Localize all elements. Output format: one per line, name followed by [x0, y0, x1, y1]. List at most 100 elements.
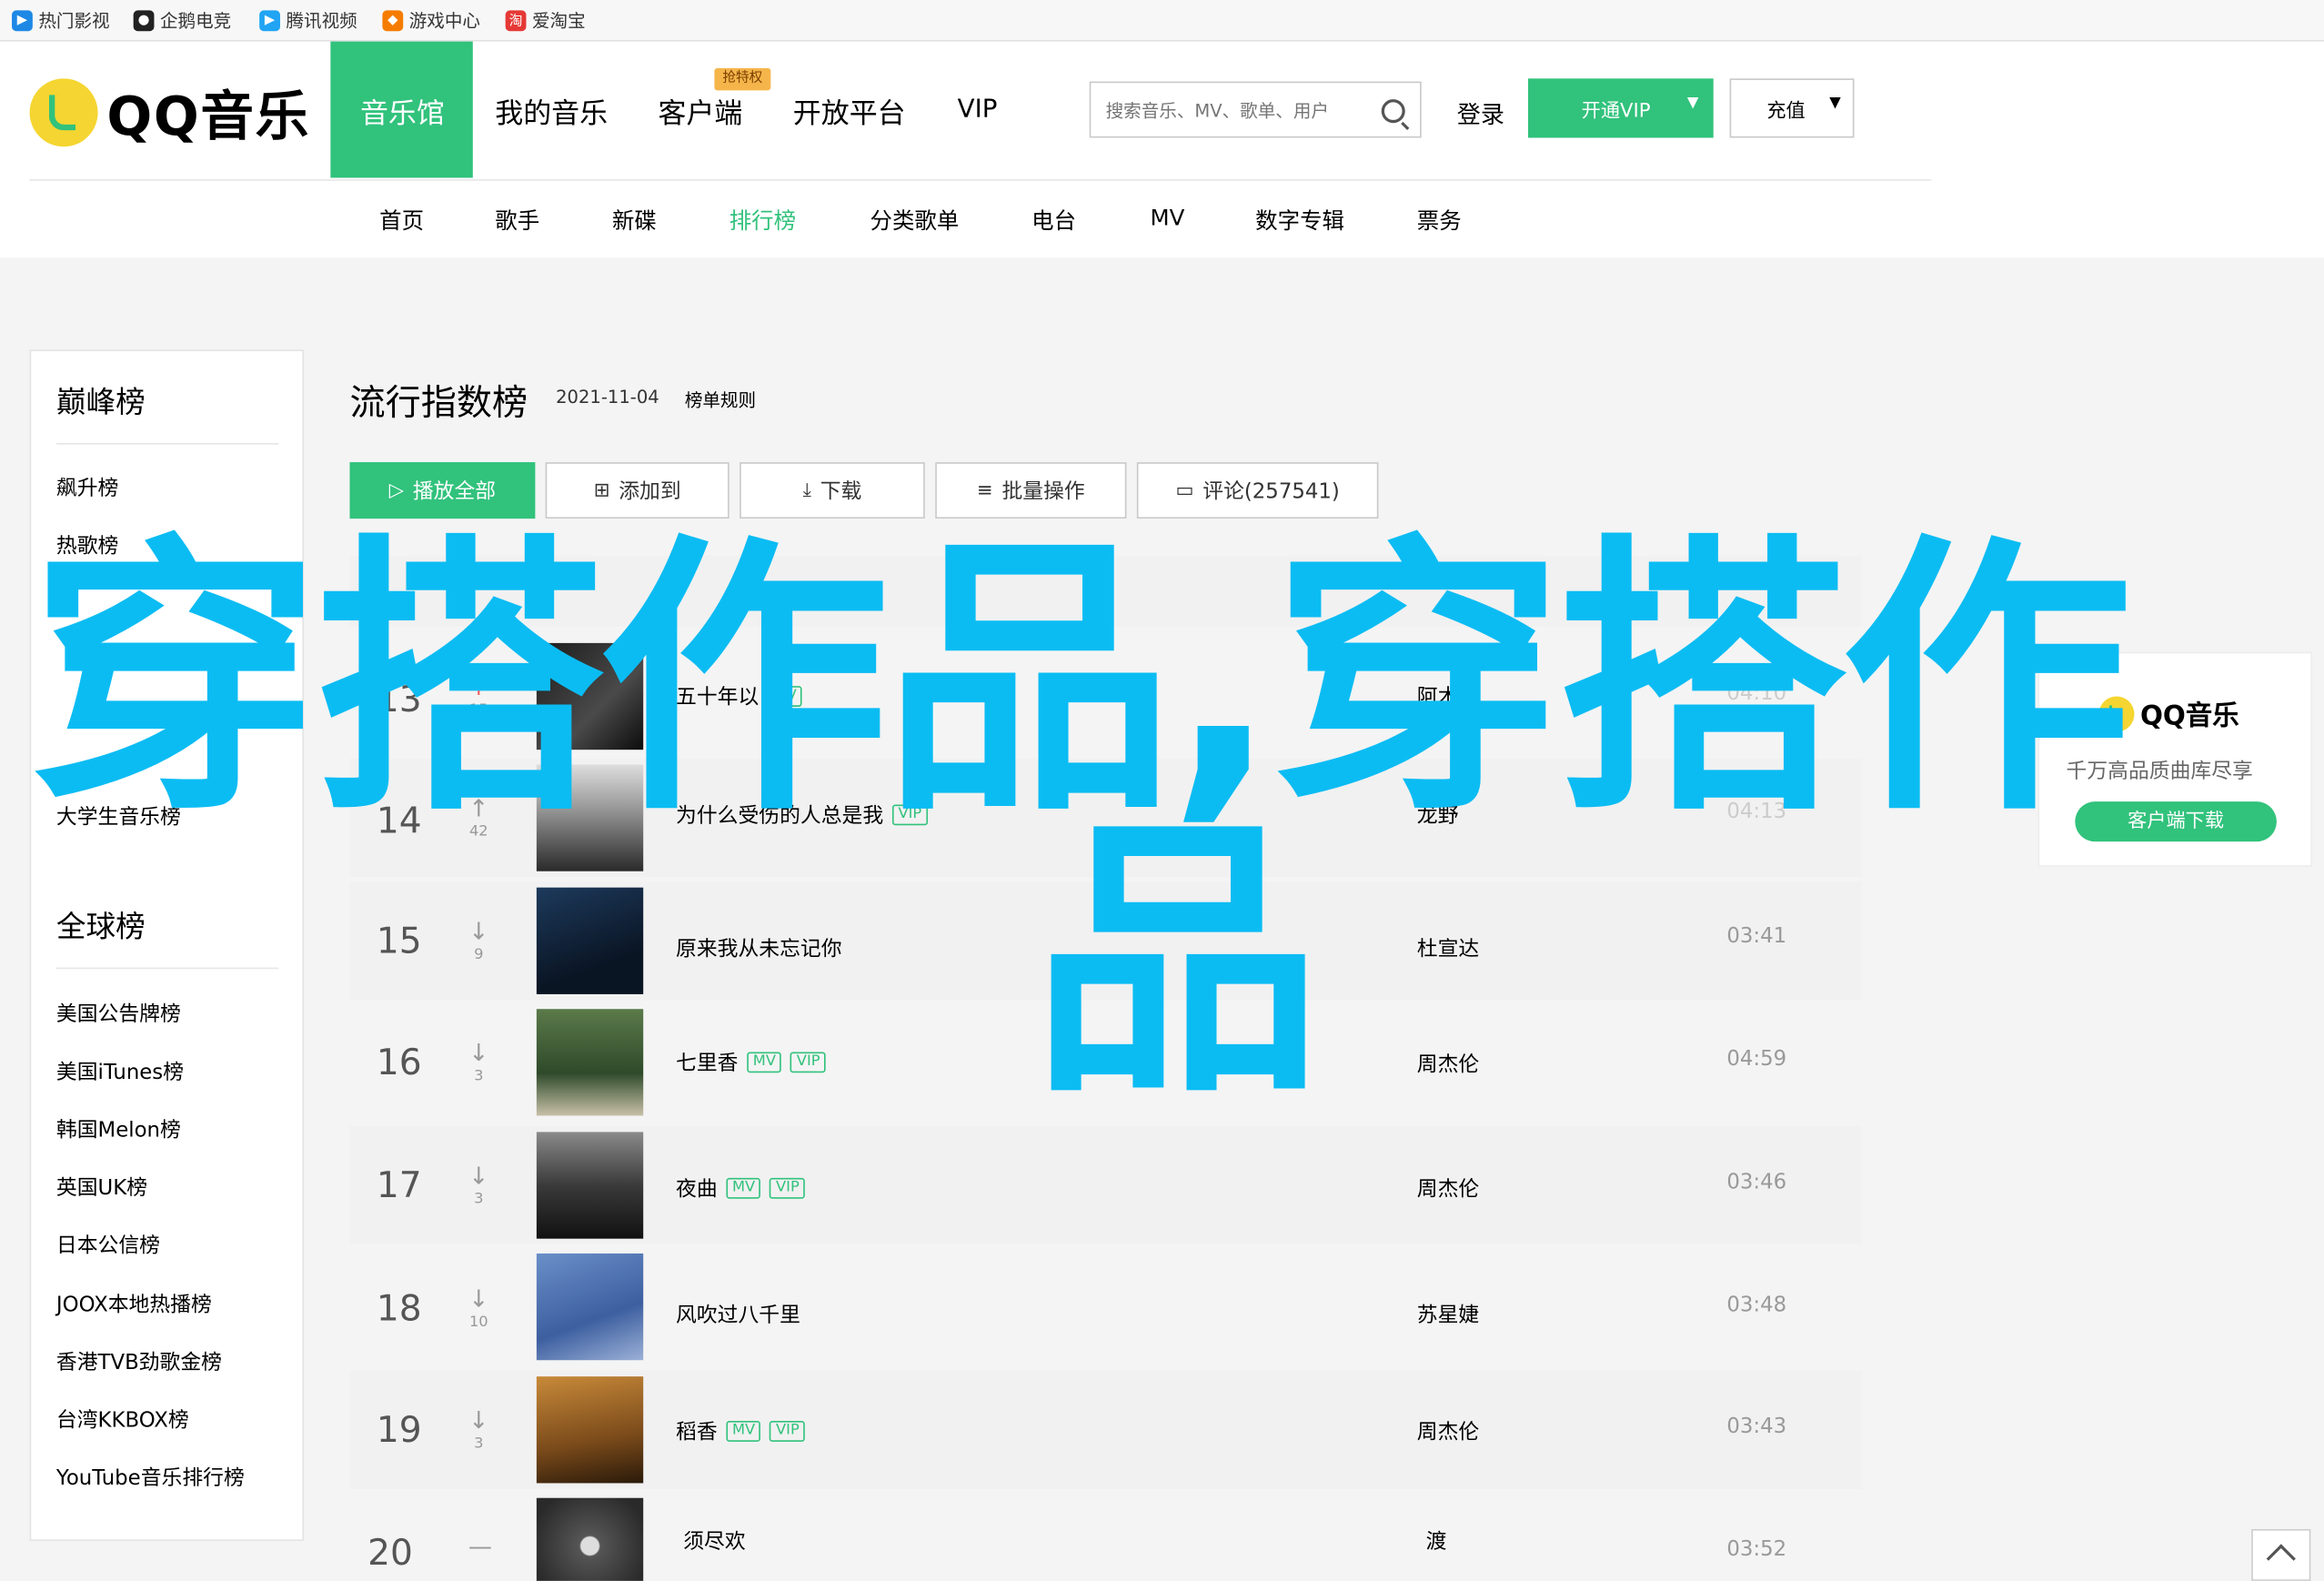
- rank-number: 17: [376, 1164, 422, 1206]
- song-duration: 03:46: [1726, 1170, 1787, 1194]
- video-icon: ▶: [12, 9, 33, 31]
- taobao-icon: 淘: [505, 9, 527, 31]
- subnav-digital-albums[interactable]: 数字专辑: [1255, 205, 1344, 236]
- bookmark-label: 企鹅电竞: [159, 10, 232, 32]
- album-cover[interactable]: [536, 1132, 644, 1239]
- comments-button[interactable]: ▭ 评论(257541): [1136, 462, 1379, 519]
- global-charts-heading: 全球榜: [55, 908, 146, 944]
- play-icon: ▷: [388, 478, 405, 502]
- download-button[interactable]: ⤓ 下载: [739, 462, 925, 519]
- album-cover[interactable]: [536, 887, 644, 994]
- table-row[interactable]: 20 — 须尽欢 渡 03:52: [350, 1494, 1862, 1581]
- vip-tag[interactable]: VIP: [770, 1421, 806, 1442]
- back-to-top-button[interactable]: [2251, 1528, 2311, 1581]
- bookmark-esports[interactable]: ● 企鹅电竞: [133, 7, 232, 33]
- subnav-radio[interactable]: 电台: [1031, 205, 1076, 236]
- subnav-home[interactable]: 首页: [379, 205, 424, 236]
- sidebar-item-youtube[interactable]: YouTube音乐排行榜: [56, 1463, 245, 1493]
- table-row[interactable]: 18 ↓ 10 风吹过八千里 苏星婕 03:48: [350, 1249, 1862, 1367]
- album-cover[interactable]: [536, 1009, 644, 1116]
- rank-number: 20: [367, 1532, 413, 1574]
- bookmark-game-center[interactable]: ◆ 游戏中心: [382, 7, 480, 33]
- arrow-down-icon: ↓: [468, 1405, 489, 1435]
- nav-client[interactable]: 客户端: [658, 92, 742, 132]
- sidebar-item-tvb[interactable]: 香港TVB劲歌金榜: [56, 1347, 222, 1377]
- subnav-new-albums[interactable]: 新碟: [612, 205, 657, 236]
- caret-down-icon[interactable]: ▼: [1829, 95, 1841, 111]
- sidebar-item-kkbox[interactable]: 台湾KKBOX榜: [56, 1405, 189, 1435]
- singer-name[interactable]: 周杰伦: [1417, 1173, 1479, 1203]
- overlay-title-line1: 穿搭作品,穿搭作: [29, 512, 2132, 851]
- chart-date: 2021-11-04: [556, 387, 659, 408]
- rank-change: 3: [474, 1191, 484, 1208]
- table-row[interactable]: 17 ↓ 3 夜曲 MV VIP 周杰伦 03:46: [349, 1125, 1862, 1245]
- album-cover[interactable]: [536, 1497, 644, 1581]
- search-box[interactable]: [1089, 81, 1422, 138]
- vip-tag[interactable]: VIP: [790, 1052, 827, 1073]
- mv-tag[interactable]: MV: [726, 1421, 761, 1442]
- download-icon: ⤓: [802, 478, 811, 502]
- nav-open-platform[interactable]: 开放平台: [793, 92, 906, 132]
- header-divider: [29, 179, 1932, 181]
- song-duration: 03:41: [1726, 924, 1787, 949]
- singer-name[interactable]: 杜宣达: [1417, 933, 1479, 963]
- mv-tag[interactable]: MV: [747, 1052, 782, 1073]
- subnav-mv[interactable]: MV: [1150, 205, 1184, 231]
- nav-music-hall[interactable]: 音乐馆: [360, 92, 445, 132]
- add-to-button[interactable]: ⊞ 添加到: [545, 462, 729, 519]
- rank-number: 18: [376, 1287, 422, 1330]
- song-title[interactable]: 须尽欢: [683, 1526, 745, 1556]
- open-vip-button[interactable]: 开通VIP ▼: [1528, 78, 1714, 138]
- mv-tag[interactable]: MV: [726, 1177, 761, 1199]
- singer-name[interactable]: 周杰伦: [1417, 1416, 1479, 1446]
- singer-name[interactable]: 苏星婕: [1417, 1299, 1479, 1329]
- sidebar-item-billboard[interactable]: 美国公告牌榜: [56, 999, 181, 1029]
- singer-name[interactable]: 周杰伦: [1417, 1049, 1479, 1079]
- recharge-button[interactable]: 充值 ▼: [1729, 78, 1855, 138]
- song-title[interactable]: 夜曲 MV VIP: [676, 1173, 806, 1203]
- subnav-playlists[interactable]: 分类歌单: [870, 205, 960, 236]
- subnav-charts[interactable]: 排行榜: [729, 205, 796, 236]
- song-title-text: 原来我从未忘记你: [676, 938, 842, 962]
- sidebar-item-itunes[interactable]: 美国iTunes榜: [56, 1056, 184, 1086]
- rank-change: 9: [474, 946, 484, 963]
- batch-operation-button[interactable]: ≡ 批量操作: [935, 462, 1127, 519]
- song-title[interactable]: 稻香 MV VIP: [676, 1416, 806, 1446]
- sidebar-item-oricon[interactable]: 日本公信榜: [56, 1230, 160, 1260]
- gamepad-icon: ◆: [382, 9, 404, 31]
- sidebar-item-joox[interactable]: JOOX本地热播榜: [56, 1289, 212, 1319]
- caret-down-icon[interactable]: ▼: [1687, 95, 1699, 111]
- chart-rules-link[interactable]: 榜单规则: [685, 387, 756, 412]
- subnav-singers[interactable]: 歌手: [495, 205, 539, 236]
- nav-my-music[interactable]: 我的音乐: [495, 92, 608, 132]
- play-all-button[interactable]: ▷ 播放全部: [349, 462, 536, 519]
- bookmark-taobao[interactable]: 淘 爱淘宝: [505, 7, 586, 33]
- sidebar-item-soaring[interactable]: 飙升榜: [56, 473, 118, 503]
- penguin-icon: ●: [133, 9, 155, 31]
- vip-tag[interactable]: VIP: [770, 1177, 806, 1199]
- bookmark-tencent-video[interactable]: ▶ 腾讯视频: [259, 7, 357, 33]
- table-row[interactable]: 19 ↓ 3 稻香 MV VIP 周杰伦 03:43: [349, 1370, 1862, 1489]
- qq-music-logo[interactable]: QQ音乐: [29, 74, 310, 151]
- album-cover[interactable]: [536, 1253, 644, 1361]
- rank-change: 3: [474, 1068, 484, 1085]
- song-title[interactable]: 风吹过八千里: [676, 1299, 800, 1329]
- rank-number: 15: [376, 920, 422, 962]
- login-link[interactable]: 登录: [1457, 95, 1504, 130]
- sidebar-item-uk[interactable]: 英国UK榜: [56, 1172, 147, 1202]
- subnav-tickets[interactable]: 票务: [1417, 205, 1462, 236]
- song-title[interactable]: 七里香 MV VIP: [676, 1048, 827, 1078]
- divider: [55, 443, 279, 445]
- rank-change: 10: [468, 1314, 488, 1331]
- search-input[interactable]: [1102, 95, 1376, 128]
- bookmark-hot-video[interactable]: ▶ 热门影视: [12, 7, 110, 33]
- song-title[interactable]: 原来我从未忘记你: [676, 933, 842, 963]
- arrow-down-icon: ↓: [468, 1161, 489, 1190]
- singer-name[interactable]: 渡: [1426, 1526, 1447, 1556]
- bookmark-label: 爱淘宝: [531, 10, 586, 32]
- album-cover[interactable]: [536, 1376, 644, 1484]
- batch-label: 批量操作: [1001, 479, 1085, 504]
- sidebar-item-melon[interactable]: 韩国Melon榜: [56, 1114, 181, 1144]
- nav-vip[interactable]: VIP: [958, 95, 998, 125]
- search-icon[interactable]: [1381, 99, 1405, 124]
